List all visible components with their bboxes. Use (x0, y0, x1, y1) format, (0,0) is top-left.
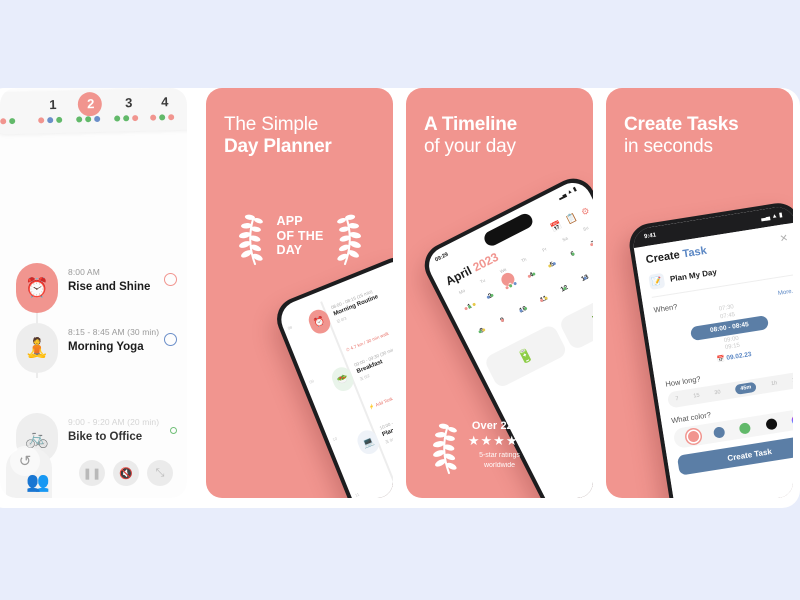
task-title: Bike to Office (68, 431, 143, 443)
duration-option[interactable]: 1.5h (792, 376, 793, 384)
alarm-clock-icon: ⏰ (16, 263, 58, 313)
timeline-task-row[interactable]: ⏰ 8:00 AM Rise and Shine (8, 263, 183, 319)
task-time: 9:00 - 9:20 AM (20 min) (68, 417, 160, 427)
panel-simple-day-planner[interactable]: The Simple Day Planner APP OF THE DAY 08… (206, 88, 393, 498)
panel-create-tasks[interactable]: Create Tasks in seconds 9:41 ▃▄ ▲ ▮ Crea… (606, 88, 793, 498)
badge-line-3: DAY (276, 243, 303, 258)
task-note-icon: 📝 (648, 272, 666, 290)
laurel-right-icon (336, 214, 361, 266)
star-rating-icon: ★★★★★ (467, 433, 532, 449)
duration-option[interactable]: 30 (714, 389, 721, 396)
date-dots-edge (0, 118, 16, 125)
task-time: 8:00 AM (68, 267, 100, 277)
duration-option-selected[interactable]: 45m (734, 381, 758, 395)
panel-heading: The Simple Day Planner (224, 114, 332, 159)
heading-line-2: Day Planner (224, 136, 332, 158)
date-dots-3 (114, 114, 139, 122)
date-dots-2 (76, 115, 101, 123)
date-strip[interactable]: 1 2 3 4 (0, 88, 187, 135)
duration-option[interactable]: 15 (693, 393, 700, 400)
ratings-headline: Over 220K (471, 420, 528, 433)
phone-mockup-timeline: 08 09 10 11 ⏰ 08:00 - 08:15 (15 min) Mor… (270, 250, 393, 498)
close-icon[interactable]: ✕ (779, 233, 789, 245)
hour-label: 08 (286, 324, 293, 331)
hour-label: 09 (308, 378, 315, 385)
sheet-title-part-2: Task (681, 244, 708, 261)
phone-mockup-create-task: 9:41 ▃▄ ▲ ▮ Create Task ✕ 📝 Plan My Day … (626, 200, 793, 498)
laurel-left-icon (432, 423, 457, 475)
screenshot-gallery-card: 1 2 3 4 ⏰ 8:00 AM Rise and Shine 🧘 8:15 … (0, 88, 800, 508)
mini-task-sub: ☰ 0/4 (384, 436, 393, 445)
task-checkbox[interactable] (170, 427, 177, 434)
color-swatch-rainbow[interactable] (791, 413, 793, 426)
list-icon[interactable]: 📋 (564, 211, 579, 226)
panel-heading: A Timeline of your day (424, 114, 517, 159)
timeline-task-row[interactable]: 🧘 8:15 - 8:45 AM (30 min) Morning Yoga (8, 323, 183, 379)
task-title: Morning Yoga (68, 341, 144, 353)
task-checkbox[interactable] (164, 273, 177, 286)
duration-option[interactable]: 7 (675, 396, 679, 402)
heading-line-1: A Timeline (424, 114, 518, 135)
sheet-title-part-1: Create (644, 248, 684, 267)
status-icons: ▂▄ ▲ ▮ (557, 186, 578, 201)
color-swatch-blue[interactable] (712, 425, 726, 439)
mini-task-sub: ☰ 0/3 (335, 315, 348, 325)
date-dots-1 (38, 116, 63, 124)
task-time: 8:15 - 8:45 AM (30 min) (68, 327, 160, 337)
date-day-4[interactable]: 4 (152, 94, 178, 110)
mini-tag: ⏱ 4.7 km / 30 min walk (345, 330, 390, 353)
fullscreen-button[interactable]: ⤡ (147, 460, 173, 486)
laurel-left-icon (239, 214, 264, 266)
calendar-icon: 📅 (716, 355, 726, 364)
ratings-sub-line-2: worldwide (483, 461, 516, 469)
hour-label: 11 (354, 491, 360, 498)
status-time: 09:29 (434, 251, 450, 264)
panel-app-video-preview[interactable]: 1 2 3 4 ⏰ 8:00 AM Rise and Shine 🧘 8:15 … (0, 88, 187, 498)
ratings-sub-line-1: 5-star ratings (479, 452, 520, 460)
date-value: 09.02.23 (725, 350, 753, 362)
heading-line-1: The Simple (224, 114, 319, 135)
ratings-text-block: Over 220K ★★★★★ 5-star ratings worldwide (468, 420, 531, 470)
yoga-icon: 🧘 (16, 323, 58, 373)
video-controls[interactable]: ❚❚ 🔇 ⤡ (79, 460, 173, 486)
phone-screen: 9:41 ▃▄ ▲ ▮ Create Task ✕ 📝 Plan My Day … (630, 204, 793, 498)
mini-task-sub: ☰ 0/2 (359, 373, 371, 382)
ratings-badge: Over 220K ★★★★★ 5-star ratings worldwide (418, 402, 581, 488)
heading-line-1: Create Tasks (624, 114, 739, 135)
color-swatch-pink[interactable] (686, 429, 700, 443)
date-day-3[interactable]: 3 (116, 95, 142, 111)
badge-line-1: APP (276, 213, 303, 228)
duration-option[interactable]: 1h (771, 380, 778, 387)
badge-line-2: OF THE (276, 228, 324, 243)
task-title: Rise and Shine (68, 281, 151, 293)
color-swatch-black[interactable] (765, 417, 778, 430)
energy-card[interactable]: 🔋 (483, 323, 569, 390)
alarm-clock-icon: ⏰ (305, 306, 334, 337)
panel-timeline-of-your-day[interactable]: A Timeline of your day 09:29 ▂▄ ▲ ▮ Apri… (406, 88, 593, 498)
color-swatch-green[interactable] (738, 421, 752, 435)
app-video-screen[interactable]: 1 2 3 4 ⏰ 8:00 AM Rise and Shine 🧘 8:15 … (0, 88, 187, 498)
heading-line-2: in seconds (624, 136, 713, 158)
mini-tag: ⚡ Add Task (368, 396, 393, 411)
date-dots-4 (150, 114, 175, 121)
meal-icon: 🥗 (328, 364, 357, 395)
heading-line-2: of your day (424, 136, 516, 158)
status-time: 9:41 (643, 231, 657, 240)
date-day-2[interactable]: 2 (78, 96, 104, 112)
gear-icon[interactable]: ⚙ (580, 205, 592, 218)
laurel-right-icon (542, 423, 567, 475)
laptop-icon: 💻 (354, 427, 382, 458)
calendar-icon[interactable]: 📅 (549, 219, 564, 234)
create-task-sheet[interactable]: Create Task ✕ 📝 Plan My Day When? More..… (633, 222, 793, 498)
badge-text: APP OF THE DAY (276, 214, 323, 258)
hour-label: 10 (331, 435, 338, 443)
panel-heading: Create Tasks in seconds (624, 114, 739, 159)
task-checkbox[interactable] (164, 333, 177, 346)
pause-button[interactable]: ❚❚ (79, 460, 105, 486)
mute-button[interactable]: 🔇 (113, 460, 139, 486)
task-name-field[interactable]: Plan My Day (669, 267, 717, 283)
date-day-1[interactable]: 1 (40, 97, 66, 113)
people-icon: 👥 (26, 472, 50, 493)
app-of-the-day-badge: APP OF THE DAY (224, 200, 376, 272)
